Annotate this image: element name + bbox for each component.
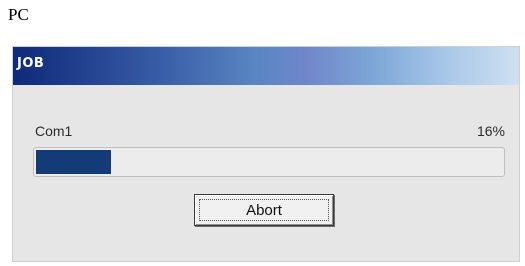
job-dialog: JOB Com1 16% Abort	[12, 46, 520, 262]
window-title: JOB	[17, 56, 45, 71]
progress-fill	[36, 150, 111, 174]
screenshot-page: PC JOB Com1 16% Abort	[0, 0, 525, 266]
title-bar[interactable]: JOB	[13, 47, 519, 85]
abort-button-label: Abort	[199, 199, 329, 221]
caption-text: PC	[8, 5, 29, 24]
abort-button[interactable]: Abort	[194, 194, 334, 226]
progress-percent: 16%	[476, 123, 505, 139]
port-label: Com1	[35, 123, 73, 139]
progress-bar	[33, 147, 505, 177]
